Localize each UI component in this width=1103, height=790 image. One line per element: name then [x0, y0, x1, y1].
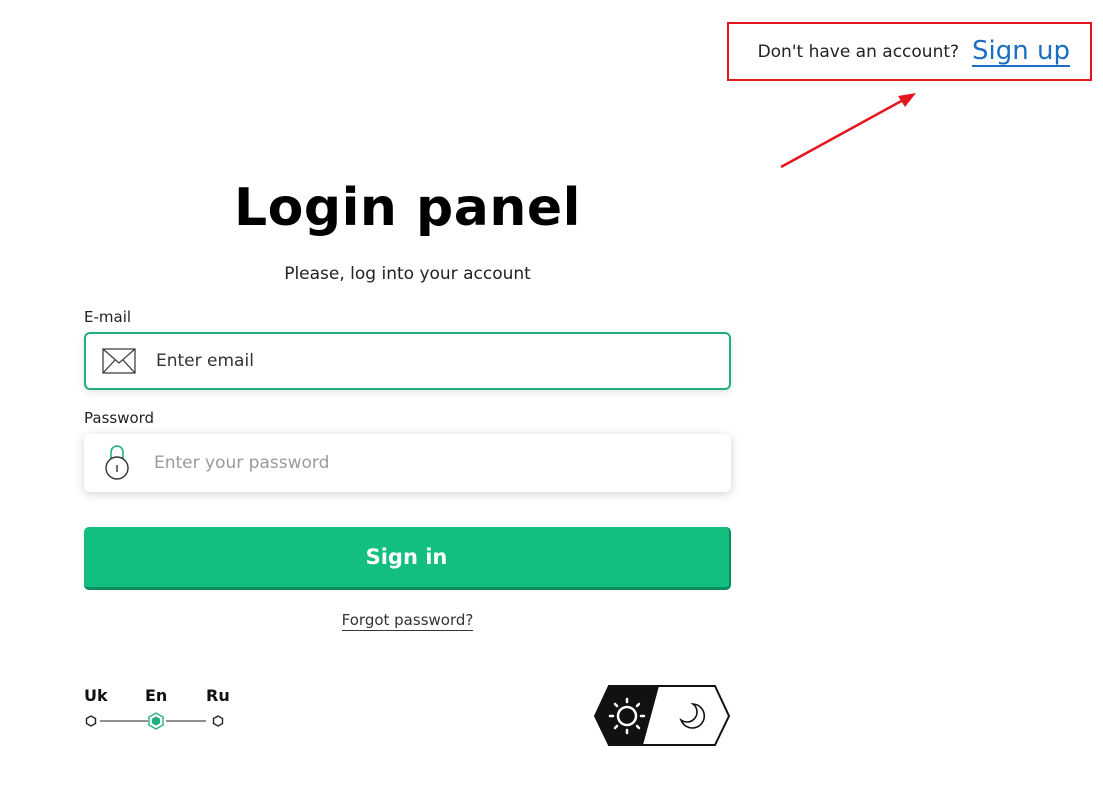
language-slider-track: [85, 712, 224, 730]
sign-in-button[interactable]: Sign in: [84, 527, 731, 590]
page-title: Login panel: [234, 178, 581, 238]
annotation-arrow: [780, 93, 916, 169]
language-option-ru[interactable]: Ru: [206, 686, 230, 705]
language-option-en[interactable]: En: [145, 686, 167, 705]
email-input[interactable]: [154, 350, 729, 372]
lock-icon: [99, 445, 135, 481]
password-input[interactable]: [152, 452, 731, 474]
envelope-icon: [101, 343, 137, 379]
password-field[interactable]: [84, 434, 731, 492]
signup-highlight-box: Don't have an account? Sign up: [727, 22, 1092, 81]
language-option-uk[interactable]: Uk: [84, 686, 108, 705]
no-account-text: Don't have an account?: [757, 41, 960, 62]
password-label: Password: [84, 409, 155, 427]
theme-toggle[interactable]: [593, 685, 733, 747]
forgot-password-wrapper: Forgot password?: [84, 610, 731, 631]
forgot-password-link[interactable]: Forgot password?: [341, 611, 474, 631]
language-switcher: Uk En Ru: [84, 686, 244, 736]
email-label: E-mail: [84, 308, 132, 326]
page-subtitle: Please, log into your account: [284, 264, 531, 284]
signup-link[interactable]: Sign up: [972, 37, 1070, 67]
email-field[interactable]: [84, 332, 731, 390]
